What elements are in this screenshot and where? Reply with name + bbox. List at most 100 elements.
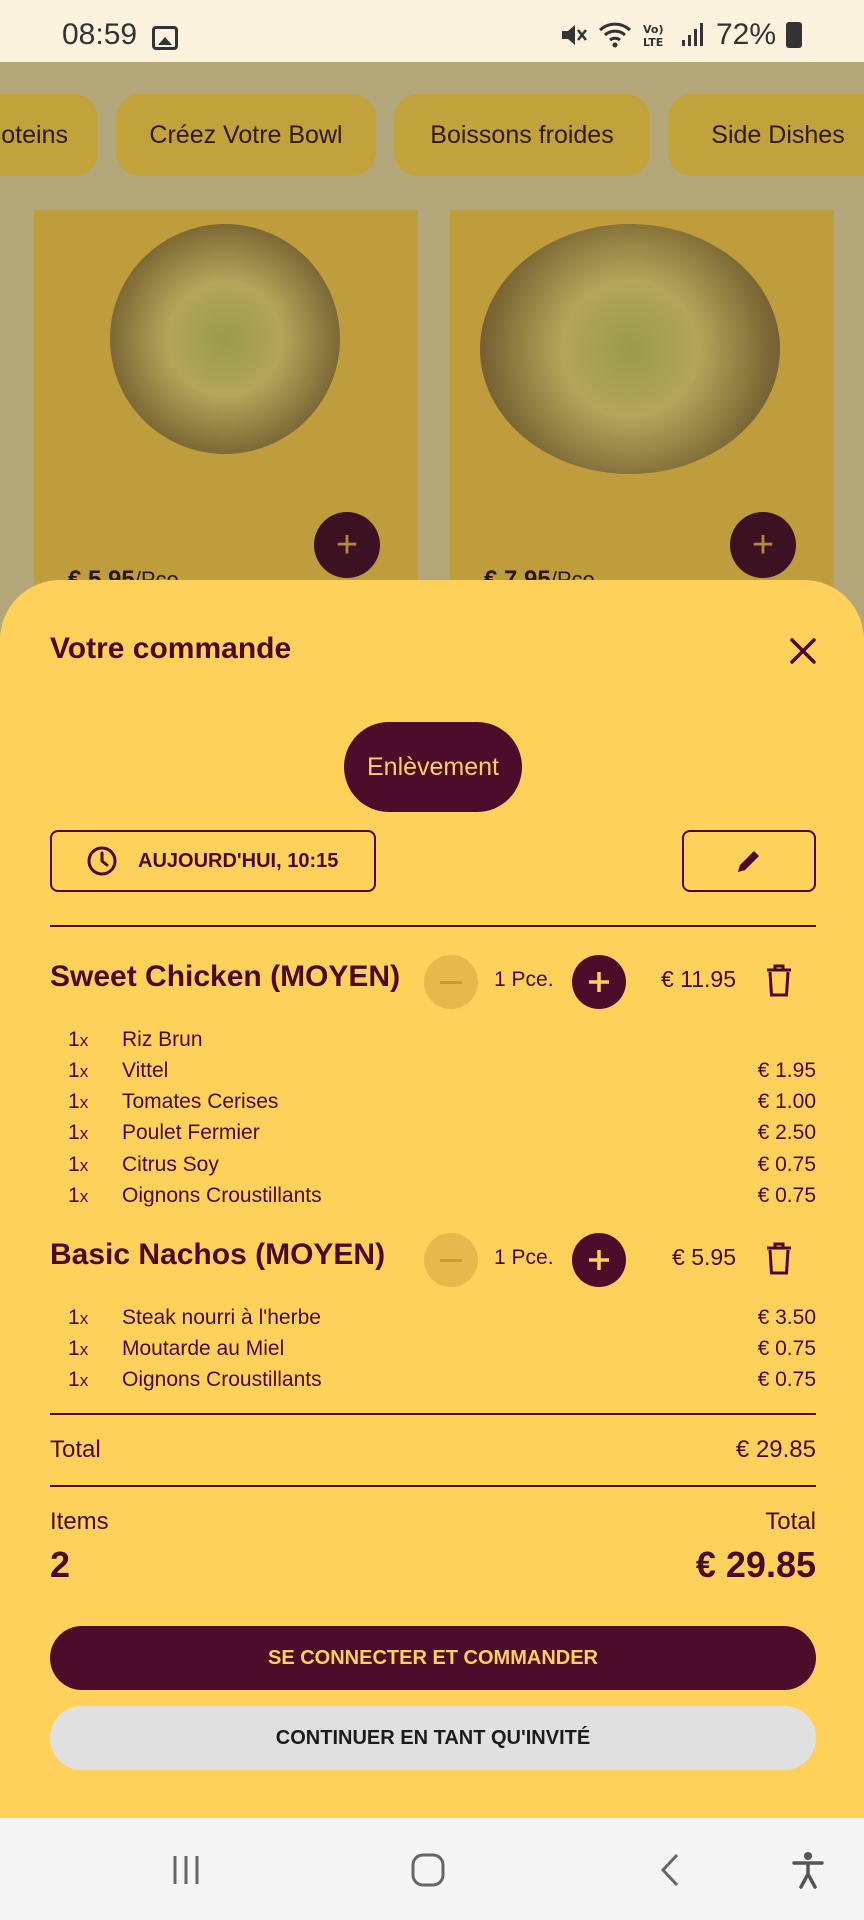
increase-qty-button[interactable] (572, 955, 626, 1009)
add-to-cart-button[interactable]: + (730, 512, 796, 578)
extra-name: Tomates Cerises (122, 1090, 279, 1113)
total-value: € 29.85 (735, 1436, 816, 1463)
category-chip-proteins[interactable]: oteins (0, 94, 98, 176)
order-item-name: Sweet Chicken (MOYEN) (50, 960, 401, 993)
pencil-icon (738, 851, 759, 872)
pickup-mode-button[interactable]: Enlèvement (344, 722, 522, 812)
extra-name: Riz Brun (122, 1028, 203, 1051)
items-label: Items (50, 1508, 109, 1535)
divider (50, 1413, 816, 1415)
extra-price: € 2.50 (757, 1121, 816, 1144)
signal-icon (681, 23, 703, 46)
trash-icon[interactable] (764, 1242, 794, 1276)
close-icon[interactable] (784, 632, 822, 670)
divider (50, 925, 816, 927)
list-item: 1x Riz Brun (68, 1028, 816, 1058)
system-nav-bar (0, 1818, 864, 1920)
clock-icon (87, 846, 117, 876)
category-chip-side-dishes[interactable]: Side Dishes (668, 94, 864, 176)
sheet-title: Votre commande (50, 632, 292, 665)
extra-qty: 1x (68, 1090, 89, 1113)
add-to-cart-button[interactable]: + (314, 512, 380, 578)
list-item: 1x Poulet Fermier € 2.50 (68, 1121, 816, 1151)
total-label: Total (50, 1436, 101, 1463)
pickup-time-label: AUJOURD'HUI, 10:15 (138, 849, 339, 872)
list-item: 1x Oignons Croustillants € 0.75 (68, 1368, 816, 1398)
home-icon (411, 1853, 445, 1887)
order-sheet: Votre commande Enlèvement AUJOURD'HUI, 1… (0, 580, 864, 1818)
extra-name: Citrus Soy (122, 1153, 219, 1176)
status-bar: 08:59 Vo) LTE 72% (0, 0, 864, 62)
category-chip-bowl[interactable]: Créez Votre Bowl (116, 94, 376, 176)
increase-qty-button[interactable] (572, 1233, 626, 1287)
extra-qty: 1x (68, 1184, 89, 1207)
extra-price: € 0.75 (757, 1184, 816, 1207)
svg-text:Vo): Vo) (643, 23, 664, 36)
home-button[interactable] (406, 1848, 450, 1892)
list-item: 1x Citrus Soy € 0.75 (68, 1153, 816, 1183)
status-icons: Vo) LTE 72% (558, 18, 802, 52)
extra-name: Vittel (122, 1059, 169, 1082)
plus-icon (589, 972, 609, 992)
extra-price: € 1.00 (757, 1090, 816, 1113)
order-item-name: Basic Nachos (MOYEN) (50, 1238, 386, 1271)
volte-icon: Vo)LTE (643, 23, 664, 49)
item-qty: 1 Pce. (494, 968, 554, 991)
item-price: € 11.95 (660, 966, 736, 992)
svg-text:LTE: LTE (643, 36, 663, 49)
extra-name: Poulet Fermier (122, 1121, 260, 1144)
edit-button[interactable] (682, 830, 816, 892)
back-icon (660, 1853, 679, 1887)
list-item: 1x Steak nourri à l'herbe € 3.50 (68, 1306, 816, 1336)
battery-percent: 72% (715, 18, 776, 51)
plus-icon (589, 1250, 609, 1270)
extra-name: Moutarde au Miel (122, 1337, 285, 1360)
accessibility-icon (792, 1852, 824, 1889)
list-item: 1x Tomates Cerises € 1.00 (68, 1090, 816, 1120)
list-item: 1x Vittel € 1.95 (68, 1059, 816, 1089)
status-time: 08:59 (62, 18, 138, 51)
extra-qty: 1x (68, 1028, 89, 1051)
product-image (110, 224, 340, 454)
item-qty: 1 Pce. (494, 1246, 554, 1269)
extra-name: Oignons Croustillants (122, 1368, 322, 1391)
summary-total-value: € 29.85 (695, 1544, 816, 1585)
mute-icon (561, 25, 587, 45)
list-item: 1x Oignons Croustillants € 0.75 (68, 1184, 816, 1214)
item-price: € 5.95 (672, 1244, 736, 1270)
extra-price: € 3.50 (757, 1306, 816, 1329)
decrease-qty-button[interactable] (424, 1233, 478, 1287)
list-item: 1x Moutarde au Miel € 0.75 (68, 1337, 816, 1367)
back-button[interactable] (648, 1848, 692, 1892)
extra-name: Steak nourri à l'herbe (122, 1306, 321, 1329)
extra-qty: 1x (68, 1059, 89, 1082)
continue-as-guest-button[interactable]: CONTINUER EN TANT QU'INVITÉ (50, 1706, 816, 1770)
category-chip-cold-drinks[interactable]: Boissons froides (394, 94, 650, 176)
wifi-icon (598, 22, 631, 48)
extra-qty: 1x (68, 1337, 89, 1360)
summary-total-label: Total (765, 1508, 816, 1535)
image-icon (152, 26, 178, 50)
extra-price: € 0.75 (757, 1337, 816, 1360)
extra-name: Oignons Croustillants (122, 1184, 322, 1207)
extra-price: € 0.75 (757, 1153, 816, 1176)
product-card[interactable]: € 5.95/Pce. + (34, 210, 418, 630)
product-image (480, 224, 780, 474)
pickup-time-button[interactable]: AUJOURD'HUI, 10:15 (50, 830, 376, 892)
extra-qty: 1x (68, 1368, 89, 1391)
items-count: 2 (50, 1544, 71, 1585)
extra-qty: 1x (68, 1306, 89, 1329)
login-and-order-button[interactable]: SE CONNECTER ET COMMANDER (50, 1626, 816, 1690)
accessibility-button[interactable] (786, 1848, 830, 1892)
decrease-qty-button[interactable] (424, 955, 478, 1009)
extra-qty: 1x (68, 1121, 89, 1144)
divider (50, 1485, 816, 1487)
extra-price: € 1.95 (757, 1059, 816, 1082)
recent-apps-button[interactable] (164, 1848, 208, 1892)
recent-apps-icon (173, 1856, 199, 1884)
product-card[interactable]: € 7.95/Pce. + (450, 210, 834, 630)
extra-qty: 1x (68, 1153, 89, 1176)
battery-icon (786, 22, 802, 48)
extra-price: € 0.75 (757, 1368, 816, 1391)
trash-icon[interactable] (764, 964, 794, 998)
